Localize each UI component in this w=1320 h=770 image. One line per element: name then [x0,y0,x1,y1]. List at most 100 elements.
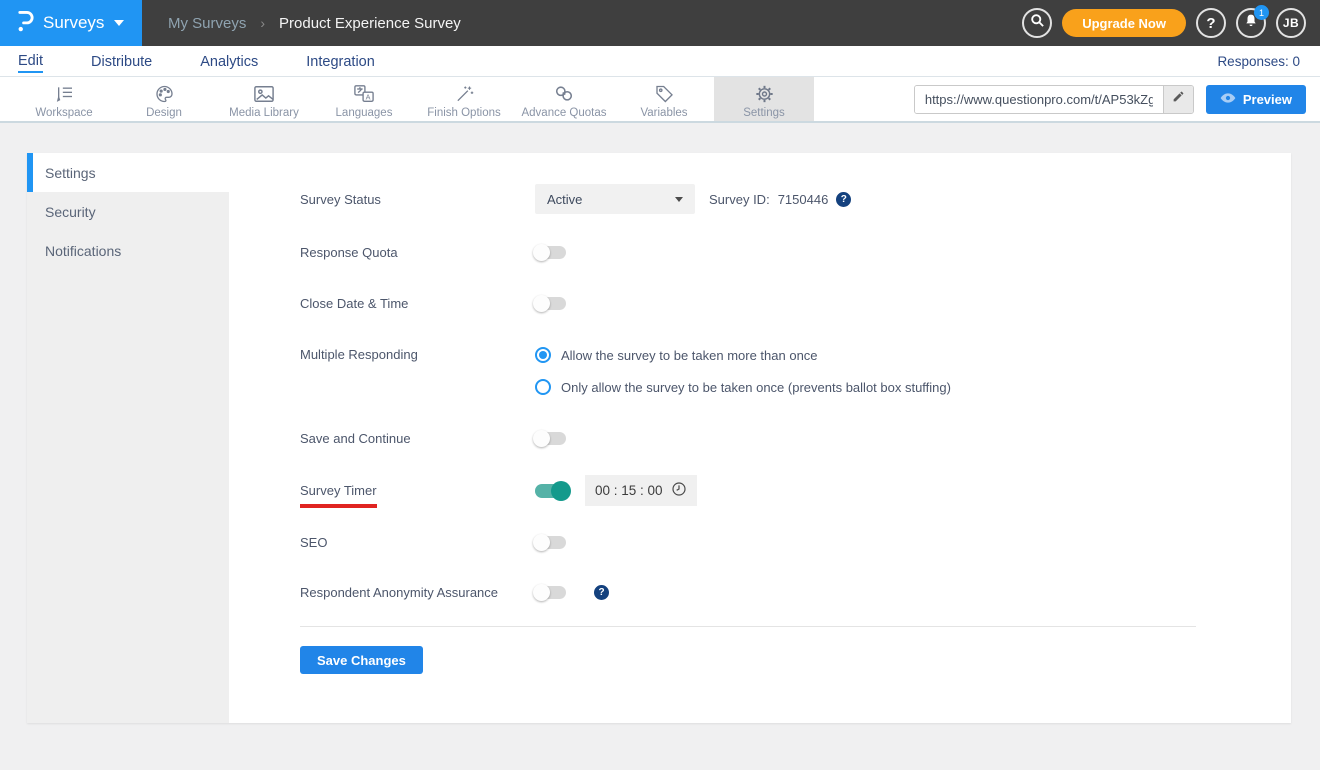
toggle-knob [533,295,550,312]
responses-count: Responses: 0 [1217,53,1300,69]
survey-status-label: Survey Status [300,191,381,207]
survey-timer-label: Survey Timer [300,483,535,508]
toolbar-label: Design [146,106,182,119]
palette-icon [154,84,175,104]
survey-timer-row: Survey Timer 00 : 15 : 00 [300,475,1291,508]
header-actions: Upgrade Now ? 1 JB [1022,0,1306,46]
radio-option-once[interactable]: Only allow the survey to be taken once (… [535,379,951,395]
edit-url-button[interactable] [1162,85,1193,113]
survey-status-select[interactable]: Active [535,184,695,214]
seo-label: SEO [300,535,328,550]
notifications-button[interactable]: 1 [1236,5,1269,38]
question-mark-icon: ? [1206,14,1216,32]
tag-icon [654,84,675,104]
notification-badge: 1 [1254,5,1269,20]
radio-option-label: Allow the survey to be taken more than o… [561,347,818,363]
save-continue-label: Save and Continue [300,431,411,446]
multiple-responding-label: Multiple Responding [300,347,418,362]
help-button[interactable]: ? [1196,8,1226,38]
radio-unselected-icon[interactable] [535,379,551,395]
chevron-down-icon [675,196,683,202]
survey-timer-value: 00 : 15 : 00 [595,483,663,498]
toolbar-label: Workspace [35,106,93,119]
toolbar-item-design[interactable]: Design /* placeholder removed */ [114,77,214,121]
survey-status-row: Survey Status Active Survey ID: 7150446 … [300,184,1291,214]
survey-id-group: Survey ID: 7150446 ? [709,191,852,207]
seo-toggle[interactable] [533,534,566,551]
survey-timer-label-text: Survey Timer [300,483,377,508]
top-header: Surveys My Surveys › Product Experience … [0,0,1320,46]
radio-option-label: Only allow the survey to be taken once (… [561,379,951,395]
clock-icon [671,481,687,500]
user-avatar[interactable]: JB [1276,8,1306,38]
search-button[interactable] [1022,8,1053,38]
form-divider [300,626,1196,627]
survey-url-group [913,84,1194,114]
toolbar-label: Settings [743,106,785,119]
gear-icon [754,84,775,104]
radio-selected-icon[interactable] [535,347,551,363]
toolbar-item-settings[interactable]: Settings [714,77,814,121]
toggle-knob [551,480,571,501]
survey-id-help-icon[interactable]: ? [836,191,852,207]
response-quota-toggle[interactable] [533,244,566,261]
survey-status-value: Active [547,191,583,207]
close-date-toggle[interactable] [533,295,566,312]
sidebar-item-settings[interactable]: Settings [27,153,229,192]
tab-analytics[interactable]: Analytics [200,50,258,72]
toolbar-item-languages[interactable]: A Languages [314,77,414,121]
tab-edit[interactable]: Edit [18,49,43,73]
radio-option-multiple[interactable]: Allow the survey to be taken more than o… [535,347,951,363]
toggle-knob [533,534,550,551]
toolbar-label: Finish Options [427,106,501,119]
survey-id-value: 7150446 [777,191,829,207]
anonymity-label: Respondent Anonymity Assurance [300,585,499,600]
multiple-responding-options: Allow the survey to be taken more than o… [535,347,951,395]
app-switcher[interactable]: Surveys [0,0,142,46]
sidebar-item-security[interactable]: Security [27,192,229,231]
multiple-responding-row: Multiple Responding Allow the survey to … [300,347,1291,395]
toolbar-label: Languages [335,106,393,119]
breadcrumb: My Surveys › Product Experience Survey [168,15,461,32]
sidebar-item-notifications[interactable]: Notifications [27,231,229,270]
toolbar-item-workspace[interactable]: Workspace [14,77,114,121]
tab-distribute[interactable]: Distribute [91,50,152,72]
toolbar-item-finish-options[interactable]: Finish Options [414,77,514,121]
preview-label: Preview [1242,91,1292,107]
edit-toolbar: Workspace Design /* placeholder removed … [0,77,1320,123]
toggle-knob [533,430,550,447]
save-continue-row: Save and Continue [300,430,1291,447]
close-date-label: Close Date & Time [300,296,409,311]
wand-icon [454,84,475,104]
survey-timer-input[interactable]: 00 : 15 : 00 [585,475,697,506]
anonymity-help-icon[interactable]: ? [594,585,609,600]
toolbar-label: Variables [640,106,688,119]
toolbar-right-group: Preview [913,77,1306,121]
search-icon [1030,13,1045,33]
pencil-icon [1172,90,1185,108]
settings-card: Settings Security Notifications Survey S… [27,153,1291,723]
upgrade-now-button[interactable]: Upgrade Now [1062,9,1186,37]
seo-row: SEO [300,534,1291,551]
eye-icon [1220,92,1236,107]
survey-url-input[interactable] [914,85,1163,113]
close-date-row: Close Date & Time [300,295,1291,312]
breadcrumb-current: Product Experience Survey [279,14,461,32]
preview-button[interactable]: Preview [1205,84,1306,114]
questionpro-logo-icon [16,9,35,37]
image-icon [253,84,275,104]
toolbar-item-advance-quotas[interactable]: Advance Quotas [514,77,614,121]
survey-timer-toggle[interactable] [535,480,571,501]
survey-id-label: Survey ID: [709,191,770,207]
toolbar-item-variables[interactable]: Variables [614,77,714,121]
save-changes-button[interactable]: Save Changes [300,646,423,674]
tab-integration[interactable]: Integration [306,50,375,72]
settings-sidebar: Settings Security Notifications [27,153,229,723]
workspace-icon [54,84,75,104]
svg-text:A: A [366,92,371,101]
toolbar-item-media-library[interactable]: Media Library [214,77,314,121]
anonymity-toggle[interactable] [533,584,566,601]
breadcrumb-parent[interactable]: My Surveys [168,15,246,32]
app-menu-label: Surveys [43,13,105,32]
save-continue-toggle[interactable] [533,430,566,447]
